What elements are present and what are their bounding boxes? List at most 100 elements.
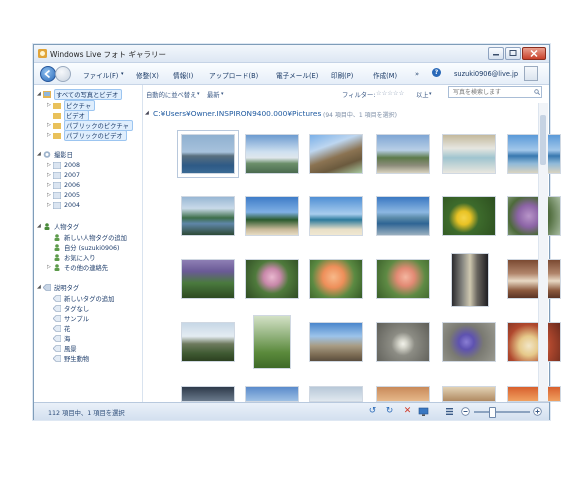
delete-icon[interactable]: ✕ <box>402 406 413 417</box>
photo-thumbnail[interactable] <box>376 134 430 174</box>
tree-descriptive-tags[interactable]: ◢ 説明タグ <box>37 282 79 292</box>
tree-people-tags[interactable]: ◢ 人物タグ <box>37 221 79 231</box>
photo-thumbnail[interactable] <box>442 386 496 402</box>
rotate-left-icon[interactable]: ↺ <box>367 406 378 417</box>
details-view-icon[interactable] <box>444 406 455 417</box>
photo-thumbnail[interactable] <box>507 259 561 299</box>
zoom-slider-handle[interactable] <box>489 407 496 418</box>
person-icon <box>54 253 60 261</box>
tree-public-pictures[interactable]: ▷ パブリックのピクチャ <box>47 119 133 131</box>
tree-add-tag[interactable]: 新しいタグの追加 <box>47 293 114 303</box>
tree-public-videos[interactable]: ▷ パブリックのビデオ <box>47 129 127 141</box>
help-icon[interactable]: ? <box>432 68 441 77</box>
photo-thumbnail[interactable] <box>376 322 430 362</box>
photo-thumbnail[interactable] <box>181 196 235 236</box>
tag-icon <box>53 324 61 332</box>
photo-thumbnail[interactable] <box>181 259 235 299</box>
tree-favorites[interactable]: お気に入り <box>47 252 95 262</box>
photo-thumbnail[interactable] <box>181 322 235 362</box>
photo-thumbnail[interactable] <box>181 386 235 402</box>
menu-info[interactable]: 情報(I) <box>173 70 193 80</box>
tree-tag-sea[interactable]: 海 <box>47 333 70 343</box>
tag-icon <box>53 334 61 342</box>
sort-dropdown[interactable]: 自動的に並べ替え <box>146 90 196 99</box>
menu-file-arrow: ▾ <box>121 71 124 77</box>
menu-print[interactable]: 印刷(P) <box>331 70 353 80</box>
photo-thumbnail[interactable] <box>253 315 291 369</box>
photo-thumbnail[interactable] <box>177 130 239 178</box>
newest-dropdown[interactable]: 最新 <box>207 90 220 99</box>
menu-file[interactable]: ファイル(F) <box>83 70 118 80</box>
tree-year-2007[interactable]: ▷ 2007 <box>47 170 80 180</box>
photo-thumbnail[interactable] <box>507 322 561 362</box>
slideshow-icon[interactable] <box>418 406 429 417</box>
photo-thumbnail[interactable] <box>507 134 561 174</box>
menu-fix[interactable]: 修整(X) <box>136 70 159 80</box>
photo-thumbnail[interactable] <box>309 322 363 362</box>
account-name[interactable]: suzuki0906@live.jp <box>454 70 518 78</box>
tree-all-photos[interactable]: ◢ すべての写真とビデオ <box>37 88 123 100</box>
photo-thumbnail[interactable] <box>245 386 299 402</box>
tree-other-contacts[interactable]: ▷ その他の連絡先 <box>47 262 108 272</box>
collapse-arrow-icon[interactable]: ◢ <box>145 110 149 116</box>
rating-filter-stars[interactable]: ☆☆☆☆☆ <box>376 90 404 97</box>
photo-thumbnail[interactable] <box>442 196 496 236</box>
tree-tag-sample[interactable]: サンプル <box>47 313 89 323</box>
tree-item-label: サンプル <box>64 315 89 323</box>
photo-thumbnail[interactable] <box>245 196 299 236</box>
forward-button[interactable] <box>55 66 71 82</box>
zoom-in-icon[interactable] <box>532 406 543 417</box>
photo-thumbnail[interactable] <box>376 196 430 236</box>
tag-icon <box>53 304 61 312</box>
photo-thumbnail[interactable] <box>309 386 363 402</box>
account-icon[interactable] <box>524 66 538 81</box>
tree-year-2006[interactable]: ▷ 2006 <box>47 180 80 190</box>
photo-thumbnail[interactable] <box>451 253 489 307</box>
tree-me[interactable]: 自分 (suzuki0906) <box>47 242 120 252</box>
maximize-button[interactable] <box>505 47 521 60</box>
tree-item-label: お気に入り <box>64 254 96 262</box>
tree-tag-flower[interactable]: 花 <box>47 323 70 333</box>
back-button[interactable] <box>40 66 56 82</box>
tree-tag-untagged[interactable]: タグなし <box>47 303 89 313</box>
vertical-scrollbar[interactable] <box>538 103 548 401</box>
photo-thumbnail[interactable] <box>507 196 561 236</box>
menu-create[interactable]: 作成(M) <box>373 70 397 80</box>
minimize-icon <box>493 54 499 56</box>
tree-tag-wildlife[interactable]: 野生動物 <box>47 353 89 363</box>
photo-thumbnail[interactable] <box>507 386 561 402</box>
photo-thumbnail[interactable] <box>245 134 299 174</box>
tree-date-taken[interactable]: ◢ 撮影日 <box>37 149 73 159</box>
close-button[interactable] <box>522 47 546 60</box>
more-menus-button[interactable]: » <box>415 70 419 78</box>
photo-thumbnail[interactable] <box>376 259 430 299</box>
search-input[interactable] <box>448 86 542 98</box>
photo-thumbnail[interactable] <box>376 386 430 402</box>
menu-email[interactable]: 電子メール(E) <box>276 70 318 80</box>
search-icon[interactable] <box>534 89 540 95</box>
photo-thumbnail[interactable] <box>309 259 363 299</box>
scrollbar-thumb[interactable] <box>540 115 546 165</box>
photo-thumbnail[interactable] <box>245 259 299 299</box>
tree-tag-landscape[interactable]: 風景 <box>47 343 77 353</box>
tree-year-label: 2004 <box>64 201 81 209</box>
photo-thumbnail[interactable] <box>442 322 496 362</box>
tree-videos[interactable]: ビデオ <box>47 109 89 121</box>
tree-year-2008[interactable]: ▷ 2008 <box>47 160 80 170</box>
close-icon <box>530 49 538 58</box>
zoom-out-icon[interactable] <box>460 406 471 417</box>
rotate-right-icon[interactable]: ↻ <box>384 406 395 417</box>
tree-pictures[interactable]: ▷ ピクチャ <box>47 99 96 111</box>
menu-upload[interactable]: アップロード(B) <box>209 70 258 80</box>
title-bar: Windows Live フォト ギャラリー <box>34 45 549 63</box>
rating-filter-suffix[interactable]: 以上 <box>416 90 429 99</box>
zoom-slider-track[interactable] <box>474 411 530 413</box>
photo-thumbnail[interactable] <box>309 134 363 174</box>
tree-add-person-tag[interactable]: 新しい人物タグの追加 <box>47 232 127 242</box>
photo-thumbnail[interactable] <box>442 134 496 174</box>
tree-year-2004[interactable]: ▷ 2004 <box>47 200 80 210</box>
tree-item-label: 野生動物 <box>64 355 90 363</box>
photo-thumbnail[interactable] <box>309 196 363 236</box>
minimize-button[interactable] <box>488 47 504 60</box>
tree-year-2005[interactable]: ▷ 2005 <box>47 190 80 200</box>
